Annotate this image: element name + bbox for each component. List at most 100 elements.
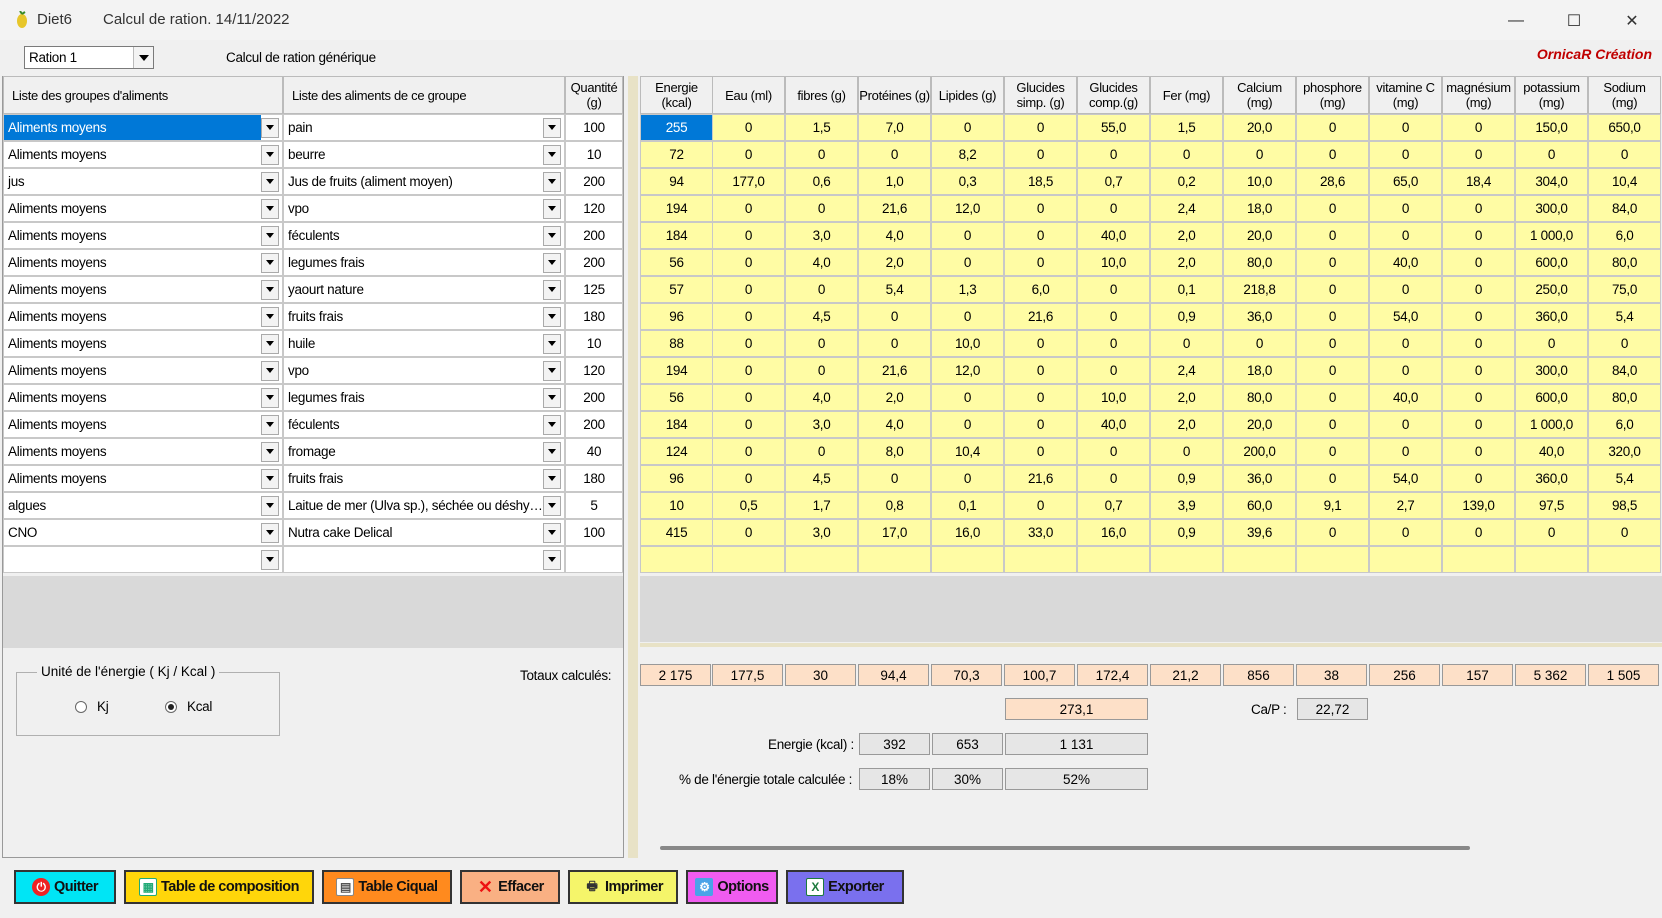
chevron-down-icon[interactable] [543, 387, 561, 408]
nutrient-cell[interactable]: 10,0 [931, 330, 1004, 357]
nutrient-cell[interactable]: 40,0 [1369, 249, 1442, 276]
nutrient-cell[interactable]: 0 [1369, 438, 1442, 465]
chevron-down-icon[interactable] [543, 360, 561, 381]
nutrient-cell[interactable]: 0 [1369, 114, 1442, 141]
export-button[interactable]: X Exporter [786, 870, 904, 904]
nutrient-cell[interactable]: 10,0 [1223, 168, 1296, 195]
nutrient-cell[interactable]: 0 [1077, 141, 1150, 168]
nutrient-cell[interactable]: 10,0 [1077, 384, 1150, 411]
quantity-cell[interactable]: 100 [565, 114, 623, 141]
nutrient-cell[interactable]: 6,0 [1588, 222, 1661, 249]
nutrient-cell[interactable]: 0,2 [1150, 168, 1223, 195]
nutrient-cell[interactable]: 72 [640, 141, 713, 168]
maximize-button[interactable]: ☐ [1551, 6, 1597, 36]
nutrient-cell[interactable]: 0 [1369, 276, 1442, 303]
nutrient-cell[interactable]: 18,0 [1223, 357, 1296, 384]
nutrient-cell[interactable]: 150,0 [1515, 114, 1588, 141]
nutrient-cell[interactable]: 300,0 [1515, 195, 1588, 222]
nutrient-cell[interactable]: 88 [640, 330, 713, 357]
chevron-down-icon[interactable] [543, 144, 561, 165]
nutrient-cell[interactable]: 6,0 [1004, 276, 1077, 303]
food-select[interactable]: féculents [283, 222, 565, 249]
nutrient-cell[interactable]: 0 [712, 465, 785, 492]
chevron-down-icon[interactable] [261, 360, 279, 381]
nutrient-cell[interactable]: 0 [1004, 222, 1077, 249]
nutrient-cell[interactable] [1077, 546, 1150, 573]
nutrient-cell[interactable]: 0 [1296, 141, 1369, 168]
nutrient-cell[interactable]: 57 [640, 276, 713, 303]
nutrient-cell[interactable]: 80,0 [1223, 384, 1296, 411]
nutrient-cell[interactable]: 0 [1296, 195, 1369, 222]
chevron-down-icon[interactable] [543, 522, 561, 543]
minimize-button[interactable]: — [1493, 6, 1539, 36]
quantity-cell[interactable]: 10 [565, 330, 623, 357]
chevron-down-icon[interactable] [543, 252, 561, 273]
nutrient-cell[interactable]: 2,4 [1150, 357, 1223, 384]
nutrient-cell[interactable]: 4,0 [858, 222, 931, 249]
nutrient-cell[interactable]: 0 [712, 141, 785, 168]
nutrient-cell[interactable]: 0 [1296, 519, 1369, 546]
chevron-down-icon[interactable] [543, 441, 561, 462]
chevron-down-icon[interactable] [261, 549, 279, 570]
nutrient-cell[interactable]: 0 [1150, 330, 1223, 357]
nutrient-cell[interactable]: 0 [1296, 357, 1369, 384]
nutrient-cell[interactable]: 20,0 [1223, 222, 1296, 249]
chevron-down-icon[interactable] [543, 306, 561, 327]
nutrient-cell[interactable]: 2,0 [858, 249, 931, 276]
group-select[interactable]: Aliments moyens [3, 276, 283, 303]
quantity-cell[interactable]: 200 [565, 168, 623, 195]
nutrient-cell[interactable]: 4,0 [858, 411, 931, 438]
nutrient-cell[interactable]: 0 [1296, 438, 1369, 465]
nutrient-cell[interactable]: 2,4 [1150, 195, 1223, 222]
nutrient-cell[interactable]: 40,0 [1515, 438, 1588, 465]
nutrient-cell[interactable] [858, 546, 931, 573]
nutrient-cell[interactable]: 40,0 [1369, 384, 1442, 411]
nutrient-cell[interactable]: 2,0 [858, 384, 931, 411]
nutrient-cell[interactable]: 650,0 [1588, 114, 1661, 141]
nutrient-cell[interactable]: 360,0 [1515, 465, 1588, 492]
nutrient-cell[interactable]: 16,0 [931, 519, 1004, 546]
nutrient-cell[interactable]: 0 [1296, 249, 1369, 276]
header-nutrient-5[interactable]: Glucides simp. (g) [1004, 76, 1077, 114]
nutrient-cell[interactable]: 0 [1004, 384, 1077, 411]
pane-splitter[interactable] [628, 76, 638, 858]
group-select[interactable]: Aliments moyens [3, 141, 283, 168]
quantity-cell[interactable]: 100 [565, 519, 623, 546]
chevron-down-icon[interactable] [133, 47, 153, 68]
nutrient-cell[interactable]: 200,0 [1223, 438, 1296, 465]
nutrient-cell[interactable]: 10,0 [1077, 249, 1150, 276]
nutrient-cell[interactable]: 1 000,0 [1515, 222, 1588, 249]
nutrient-cell[interactable]: 0 [1077, 330, 1150, 357]
nutrient-cell[interactable]: 0 [1150, 438, 1223, 465]
quantity-cell[interactable]: 180 [565, 303, 623, 330]
nutrient-cell[interactable]: 0 [931, 465, 1004, 492]
nutrient-cell[interactable]: 0 [712, 357, 785, 384]
close-button[interactable]: ✕ [1609, 6, 1655, 36]
nutrient-cell[interactable]: 0 [1296, 303, 1369, 330]
nutrient-cell[interactable]: 0 [1442, 222, 1515, 249]
food-select[interactable]: legumes frais [283, 384, 565, 411]
header-nutrient-2[interactable]: fibres (g) [785, 76, 858, 114]
nutrient-cell[interactable]: 0,1 [931, 492, 1004, 519]
nutrient-cell[interactable]: 0 [1369, 330, 1442, 357]
header-nutrient-4[interactable]: Lipides (g) [931, 76, 1004, 114]
nutrient-cell[interactable]: 4,5 [785, 303, 858, 330]
nutrient-cell[interactable]: 0 [931, 384, 1004, 411]
group-select[interactable]: Aliments moyens [3, 465, 283, 492]
nutrient-cell[interactable]: 0 [712, 384, 785, 411]
nutrient-cell[interactable]: 12,0 [931, 357, 1004, 384]
nutrient-cell[interactable]: 0 [712, 276, 785, 303]
nutrient-cell[interactable] [1004, 546, 1077, 573]
nutrient-cell[interactable]: 0 [785, 357, 858, 384]
nutrient-cell[interactable]: 0,9 [1150, 519, 1223, 546]
chevron-down-icon[interactable] [543, 495, 561, 516]
nutrient-cell[interactable]: 21,6 [1004, 303, 1077, 330]
nutrient-cell[interactable]: 0 [858, 465, 931, 492]
nutrient-cell[interactable]: 0 [1150, 141, 1223, 168]
nutrient-cell[interactable]: 3,0 [785, 519, 858, 546]
chevron-down-icon[interactable] [261, 441, 279, 462]
nutrient-cell[interactable]: 56 [640, 249, 713, 276]
nutrient-cell[interactable]: 0 [1296, 114, 1369, 141]
food-select[interactable]: pain [283, 114, 565, 141]
nutrient-cell[interactable]: 0,3 [931, 168, 1004, 195]
